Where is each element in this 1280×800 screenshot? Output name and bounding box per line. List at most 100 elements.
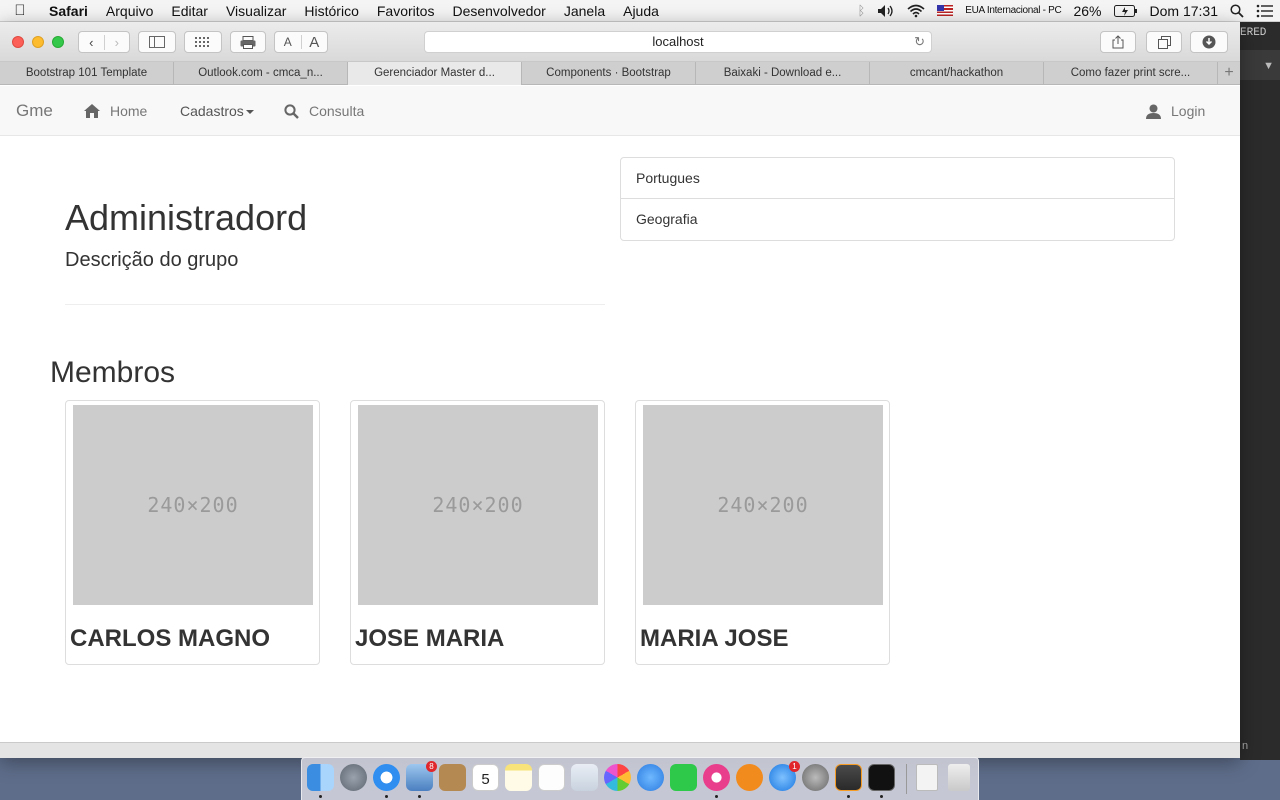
navbar-brand[interactable]: Gme <box>16 101 53 121</box>
contacts-icon[interactable] <box>439 764 466 791</box>
photos-icon[interactable] <box>604 764 631 791</box>
share-icon <box>1112 35 1124 49</box>
tab-overview-button[interactable] <box>1146 31 1182 53</box>
menu-editar[interactable]: Editar <box>162 3 217 19</box>
spotlight-icon[interactable] <box>1230 3 1244 18</box>
app-store-icon[interactable]: 1 <box>769 761 800 791</box>
close-window-button[interactable] <box>12 36 24 48</box>
nav-cadastros-dropdown[interactable]: Cadastros <box>180 103 254 119</box>
wifi-icon[interactable] <box>907 4 925 18</box>
list-item[interactable]: Geografia <box>621 199 1174 240</box>
ibooks-icon[interactable] <box>736 764 763 791</box>
bluetooth-icon[interactable]: ᛒ <box>857 3 865 18</box>
reload-icon[interactable]: ↻ <box>914 32 925 52</box>
top-sites-button[interactable] <box>184 31 222 53</box>
back-icon[interactable]: ‹ <box>79 34 105 50</box>
apple-icon[interactable]:  <box>0 2 40 19</box>
home-icon <box>84 104 100 118</box>
system-preferences-icon[interactable] <box>802 764 829 791</box>
address-text: localhost <box>652 34 704 49</box>
facetime-icon[interactable] <box>670 764 697 791</box>
finder-icon[interactable] <box>307 764 334 791</box>
triangle-down-icon[interactable]: ▼ <box>1263 60 1274 72</box>
nav-login-label: Login <box>1171 103 1206 119</box>
member-name: JOSE MARIA <box>355 625 505 652</box>
background-editor-status: n <box>1242 740 1249 752</box>
nav-cadastros-label: Cadastros <box>180 103 244 119</box>
terminal-icon[interactable] <box>868 764 895 791</box>
volume-icon[interactable] <box>877 4 895 18</box>
mail-icon[interactable]: 8 <box>406 761 437 791</box>
larger-text-button[interactable]: A <box>302 34 328 51</box>
member-name: CARLOS MAGNO <box>70 625 270 652</box>
running-indicator <box>418 795 421 798</box>
tab-gerenciador-master[interactable]: Gerenciador Master d... <box>348 62 522 85</box>
dock-separator <box>906 764 907 794</box>
member-card[interactable]: 240×200 MARIA JOSE <box>635 400 890 665</box>
app-store-badge: 1 <box>789 761 800 772</box>
menu-favoritos[interactable]: Favoritos <box>368 3 444 19</box>
zoom-window-button[interactable] <box>52 36 64 48</box>
itunes-icon[interactable] <box>703 764 730 791</box>
text-size-buttons: A A <box>274 31 328 53</box>
launchpad-icon[interactable] <box>340 764 367 791</box>
mail-badge: 8 <box>426 761 437 772</box>
menu-safari[interactable]: Safari <box>40 3 97 19</box>
site-navbar: Gme Home Cadastros Consulta Login <box>0 86 1240 136</box>
sidebar-button[interactable] <box>138 31 176 53</box>
document-stack-icon[interactable] <box>916 764 938 791</box>
grid-icon <box>195 37 209 47</box>
nav-login[interactable]: Login <box>1146 103 1205 119</box>
new-tab-button[interactable]: + <box>1218 62 1240 85</box>
calendar-icon[interactable]: 5 <box>472 764 499 791</box>
tab-baixaki[interactable]: Baixaki - Download e... <box>696 62 870 85</box>
divider <box>65 304 605 305</box>
battery-icon[interactable] <box>1113 4 1138 17</box>
messages-icon[interactable] <box>637 764 664 791</box>
group-description: Descrição do grupo <box>65 249 239 271</box>
tab-bootstrap-template[interactable]: Bootstrap 101 Template <box>0 62 174 85</box>
menu-desenvolvedor[interactable]: Desenvolvedor <box>443 3 554 19</box>
background-editor-tabstrip: ▼ <box>1240 50 1280 80</box>
menu-janela[interactable]: Janela <box>555 3 614 19</box>
window-status-strip <box>0 742 1240 758</box>
smaller-text-button[interactable]: A <box>275 35 302 49</box>
nav-consulta[interactable]: Consulta <box>284 103 364 119</box>
sidebar-icon <box>149 36 165 48</box>
trash-icon[interactable] <box>948 764 970 791</box>
reminders-icon[interactable] <box>538 764 565 791</box>
dock: 8 5 1 <box>301 757 979 800</box>
member-photo-placeholder: 240×200 <box>358 405 598 605</box>
address-bar[interactable]: localhost ↻ <box>424 31 932 53</box>
member-card[interactable]: 240×200 CARLOS MAGNO <box>65 400 320 665</box>
member-photo-placeholder: 240×200 <box>643 405 883 605</box>
running-indicator <box>385 795 388 798</box>
share-button[interactable] <box>1100 31 1136 53</box>
safari-icon[interactable] <box>373 764 400 791</box>
notification-center-icon[interactable] <box>1256 4 1274 18</box>
downloads-button[interactable] <box>1190 31 1228 53</box>
menu-historico[interactable]: Histórico <box>295 3 367 19</box>
nav-home[interactable]: Home <box>84 103 147 119</box>
menu-ajuda[interactable]: Ajuda <box>614 3 668 19</box>
input-source[interactable]: EUA Internacional - PC <box>965 5 1062 16</box>
forward-icon[interactable]: › <box>105 35 130 50</box>
browser-toolbar: ‹ › A A localhost ↻ <box>0 22 1240 62</box>
sublime-text-icon[interactable] <box>835 764 862 791</box>
search-icon <box>284 103 299 119</box>
clock[interactable]: Dom 17:31 <box>1150 3 1218 19</box>
subject-list: Portugues Geografia <box>620 157 1175 241</box>
print-button[interactable] <box>230 31 266 53</box>
battery-percent[interactable]: 26% <box>1073 3 1101 19</box>
notes-icon[interactable] <box>505 764 532 791</box>
list-item[interactable]: Portugues <box>621 158 1174 199</box>
minimize-window-button[interactable] <box>32 36 44 48</box>
menu-arquivo[interactable]: Arquivo <box>97 3 162 19</box>
tab-outlook[interactable]: Outlook.com - cmca_n... <box>174 62 348 85</box>
tab-components-bootstrap[interactable]: Components · Bootstrap <box>522 62 696 85</box>
tab-hackathon[interactable]: cmcant/hackathon <box>870 62 1044 85</box>
member-card[interactable]: 240×200 JOSE MARIA <box>350 400 605 665</box>
preview-icon[interactable] <box>571 764 598 791</box>
menu-visualizar[interactable]: Visualizar <box>217 3 295 19</box>
tab-como-fazer-print[interactable]: Como fazer print scre... <box>1044 62 1218 85</box>
